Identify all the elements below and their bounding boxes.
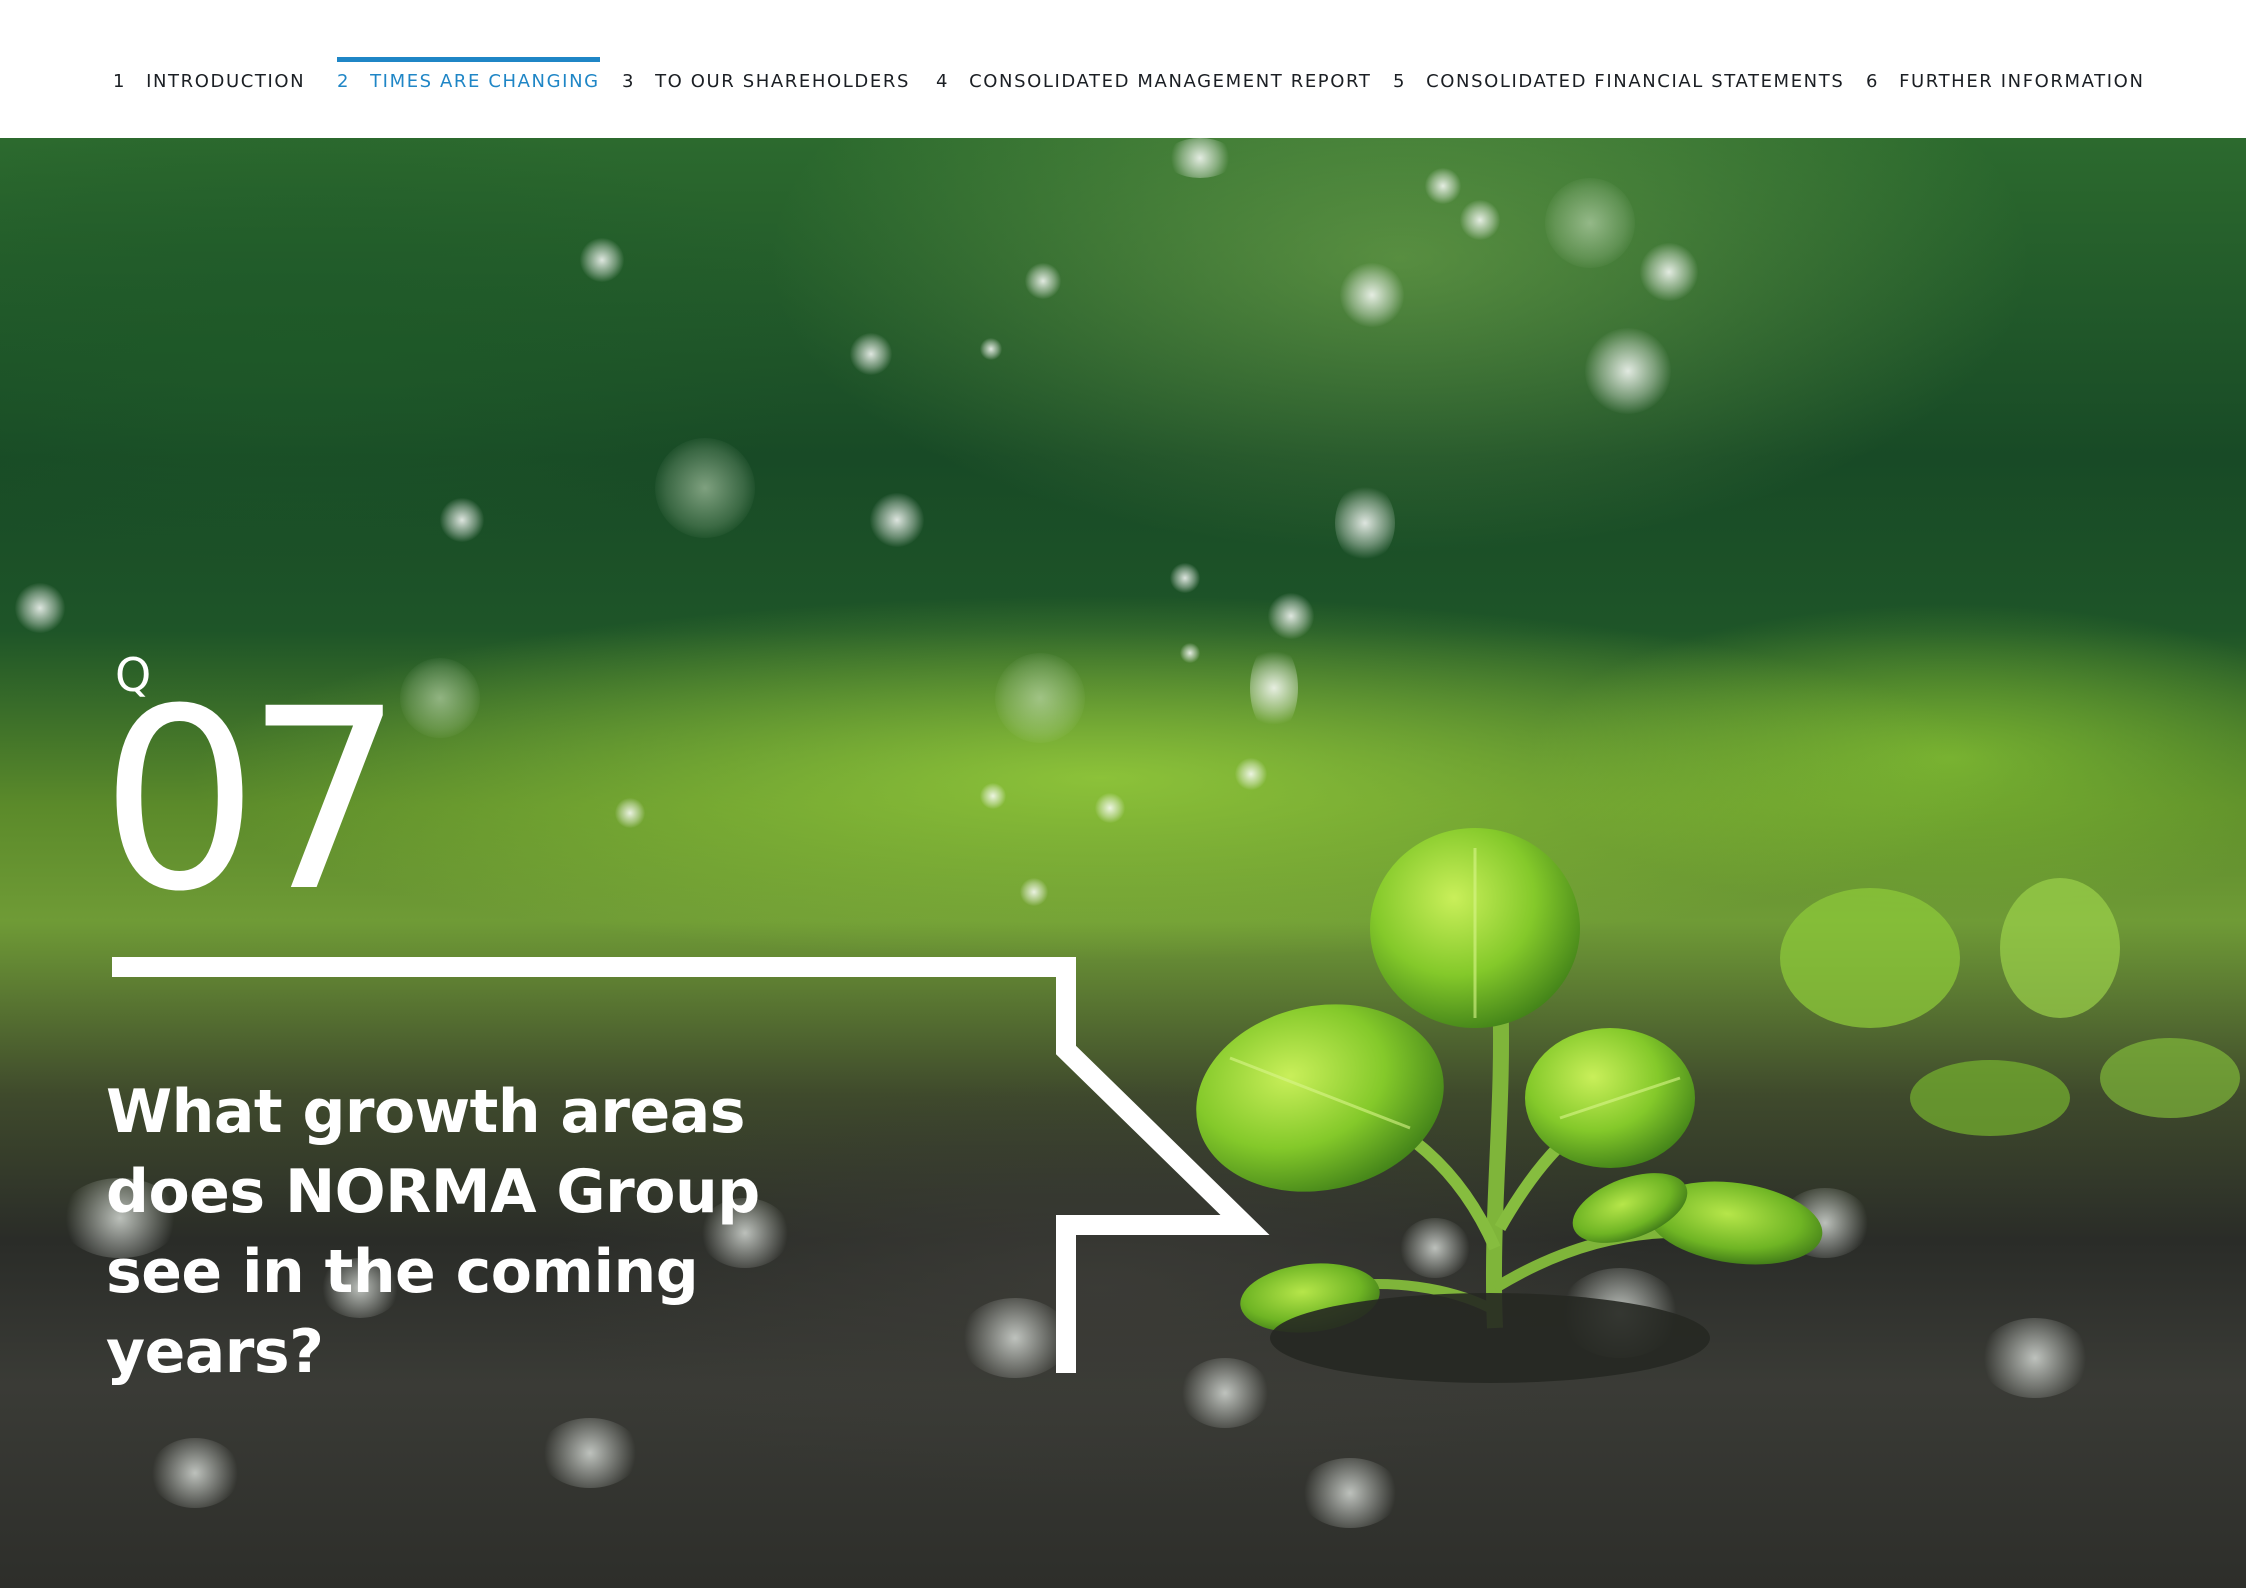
water-droplet <box>1165 138 1235 178</box>
water-droplet <box>1460 200 1500 240</box>
water-droplet <box>980 338 1002 360</box>
soil-glint <box>960 1298 1070 1378</box>
nav-item-label: FURTHER INFORMATION <box>1899 71 2145 92</box>
nav-item-label: TO OUR SHAREHOLDERS <box>655 71 910 92</box>
water-droplet <box>1268 593 1314 639</box>
nav-item-times-are-changing[interactable]: 2 TIMES ARE CHANGING <box>337 57 600 107</box>
nav-item-number: 6 <box>1866 71 1880 92</box>
water-droplet <box>655 438 755 538</box>
soil-glint <box>540 1418 640 1488</box>
nav-item-number: 1 <box>113 71 127 92</box>
nav-item-consolidated-management-report[interactable]: 4 CONSOLIDATED MANAGEMENT REPORT <box>936 57 1371 107</box>
nav-item-label: INTRODUCTION <box>146 71 306 92</box>
water-droplet <box>15 583 65 633</box>
nav-item-consolidated-financial-statements[interactable]: 5 CONSOLIDATED FINANCIAL STATEMENTS <box>1393 57 1844 107</box>
water-droplet <box>1340 263 1404 327</box>
nav-item-number: 5 <box>1393 71 1407 92</box>
nav-item-number: 4 <box>936 71 950 92</box>
nav-item-number: 2 <box>337 71 351 92</box>
water-droplet <box>1640 243 1698 301</box>
water-droplet <box>615 798 645 828</box>
soil-glint <box>150 1438 240 1508</box>
nav-item-further-information[interactable]: 6 FURTHER INFORMATION <box>1866 57 2145 107</box>
soil-glint <box>1300 1458 1400 1528</box>
water-droplet <box>1025 263 1061 299</box>
background-seedlings <box>1780 878 2240 1136</box>
water-droplet <box>1585 328 1671 414</box>
nav-item-label: CONSOLIDATED FINANCIAL STATEMENTS <box>1426 71 1845 92</box>
water-droplet <box>1545 178 1635 268</box>
nav-item-to-our-shareholders[interactable]: 3 TO OUR SHAREHOLDERS <box>622 57 910 107</box>
water-droplet <box>1425 168 1461 204</box>
water-droplet <box>580 238 624 282</box>
nav-item-label: TIMES ARE CHANGING <box>370 71 600 92</box>
water-droplet <box>400 658 480 738</box>
question-number: 07 <box>100 655 404 946</box>
nav-item-number: 3 <box>622 71 636 92</box>
chapter-navigation: 1 INTRODUCTION 2 TIMES ARE CHANGING 3 TO OU… <box>0 0 2246 138</box>
question-text: What growth areas does NORMA Group see i… <box>106 1077 760 1387</box>
water-droplet <box>1335 483 1395 563</box>
water-droplet <box>850 333 892 375</box>
soil-glint <box>1980 1318 2090 1398</box>
water-droplet <box>1020 878 1048 906</box>
water-droplet <box>980 783 1006 809</box>
water-droplet <box>1170 563 1200 593</box>
water-droplet <box>870 493 924 547</box>
nav-item-label: CONSOLIDATED MANAGEMENT REPORT <box>969 71 1372 92</box>
nav-item-introduction[interactable]: 1 INTRODUCTION <box>113 57 305 107</box>
water-droplet <box>1095 793 1125 823</box>
water-droplet <box>440 498 484 542</box>
water-droplet <box>995 653 1085 743</box>
water-droplet <box>1180 643 1200 663</box>
